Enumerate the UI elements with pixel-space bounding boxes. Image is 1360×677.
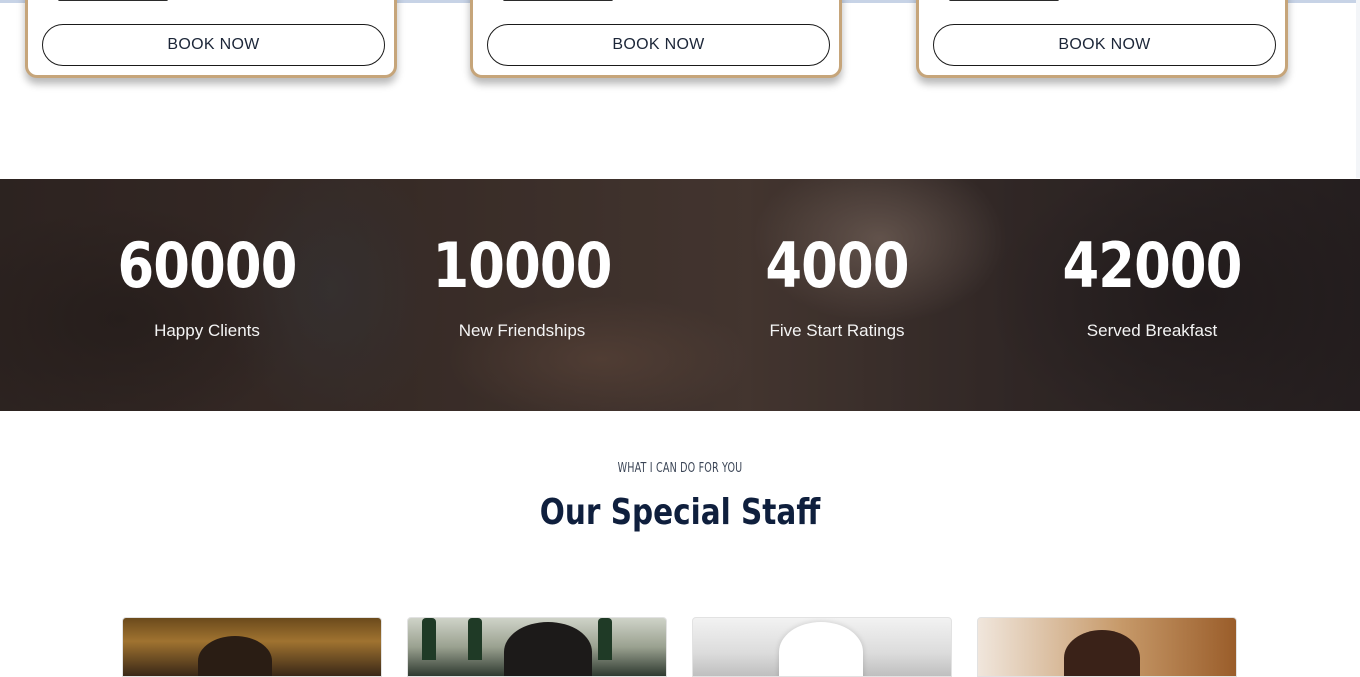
bottle-shape <box>422 618 436 660</box>
stat-value: 60000 <box>117 229 297 302</box>
section-title: Our Special Staff <box>539 492 821 533</box>
book-now-button-1[interactable]: BOOK NOW <box>42 24 385 66</box>
card-cut-text <box>503 0 663 2</box>
staff-photo-3[interactable] <box>692 617 952 677</box>
stat-label: Five Start Ratings <box>769 321 905 340</box>
booking-card-2: BOOK NOW <box>470 0 842 78</box>
staff-head <box>1064 630 1140 676</box>
staff-photo-2[interactable] <box>407 617 667 677</box>
stat-label: New Friendships <box>458 321 586 340</box>
bottle-shape <box>598 618 612 660</box>
book-now-button-3[interactable]: BOOK NOW <box>933 24 1276 66</box>
stat-label: Happy Clients <box>154 321 260 340</box>
stat-label: Served Breakfast <box>1086 321 1218 340</box>
staff-head <box>198 636 272 676</box>
staff-photo-4[interactable] <box>977 617 1237 677</box>
book-now-button-2[interactable]: BOOK NOW <box>487 24 830 66</box>
booking-card-3: BOOK NOW <box>916 0 1288 78</box>
stat-value: 10000 <box>432 229 612 302</box>
section-eyebrow: WHAT I CAN DO FOR YOU <box>617 461 743 476</box>
stats-band: 60000 Happy Clients 10000 New Friendship… <box>0 179 1360 411</box>
card-cut-text <box>58 0 218 2</box>
stat-value: 42000 <box>1062 229 1242 302</box>
booking-card-1: BOOK NOW <box>25 0 397 78</box>
staff-photo-1[interactable] <box>122 617 382 677</box>
card-cut-text <box>949 0 1109 2</box>
chef-hat <box>779 622 863 676</box>
bottle-shape <box>468 618 482 660</box>
stat-value: 4000 <box>765 229 909 302</box>
staff-head <box>504 622 592 676</box>
page-edge <box>1356 0 1360 178</box>
